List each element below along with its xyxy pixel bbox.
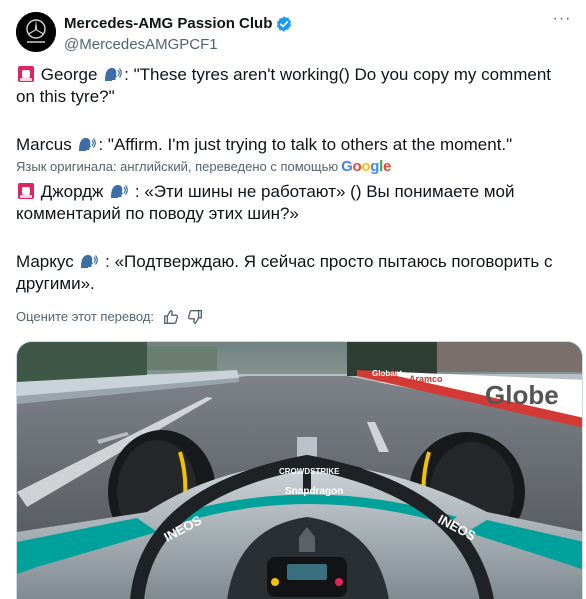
speaking-head-icon [81, 255, 99, 268]
tweet-media-image[interactable]: Globe Globant Aramco CROWDSTRIKE Snapdra… [16, 341, 583, 599]
main-sponsor-text: Snapdragon [285, 486, 343, 497]
tweet-original-line1: George : "These tyres aren't working() D… [16, 65, 552, 106]
verified-badge-icon [277, 16, 292, 32]
more-options-icon[interactable]: ··· [552, 11, 572, 32]
tweet-header: Mercedes-AMG Passion Club @MercedesAMGPC… [16, 11, 576, 55]
sign-text-1: Globant [372, 369, 403, 378]
author-display-name[interactable]: Mercedes-AMG Passion Club [64, 14, 272, 34]
tweet-original-line2: Marcus : "Affirm. I'm just trying to tal… [16, 135, 513, 154]
tweet-translated-line2: Маркус : «Подтверждаю. Я сейчас просто п… [16, 252, 553, 293]
google-logo: Google [341, 158, 392, 175]
translation-note: Язык оригинала: английский, переведено с… [16, 158, 392, 175]
rate-translation-label: Оцените этот перевод: [16, 309, 155, 324]
siren-icon [18, 66, 34, 82]
onboard-camera-image: Globe Globant Aramco CROWDSTRIKE Snapdra… [17, 342, 582, 599]
siren-icon [18, 183, 34, 199]
thumbs-down-icon[interactable] [186, 308, 204, 326]
author-handle[interactable]: @MercedesAMGPCF1 [64, 35, 293, 55]
speaking-head-icon [105, 68, 123, 81]
thumbs-up-icon[interactable] [162, 308, 180, 326]
tweet-translated-line1: Джордж : «Эти шины не работают» () Вы по… [16, 182, 515, 223]
mercedes-logo-icon [16, 12, 56, 52]
speaking-head-icon [111, 185, 129, 198]
speaking-head-icon [79, 138, 97, 151]
halo-sponsor-text: CROWDSTRIKE [279, 467, 340, 476]
sign-text-2: Aramco [409, 374, 443, 384]
billboard-text: Globe [485, 380, 559, 410]
rate-translation-row: Оцените этот перевод: [16, 308, 204, 326]
avatar[interactable] [16, 12, 56, 52]
